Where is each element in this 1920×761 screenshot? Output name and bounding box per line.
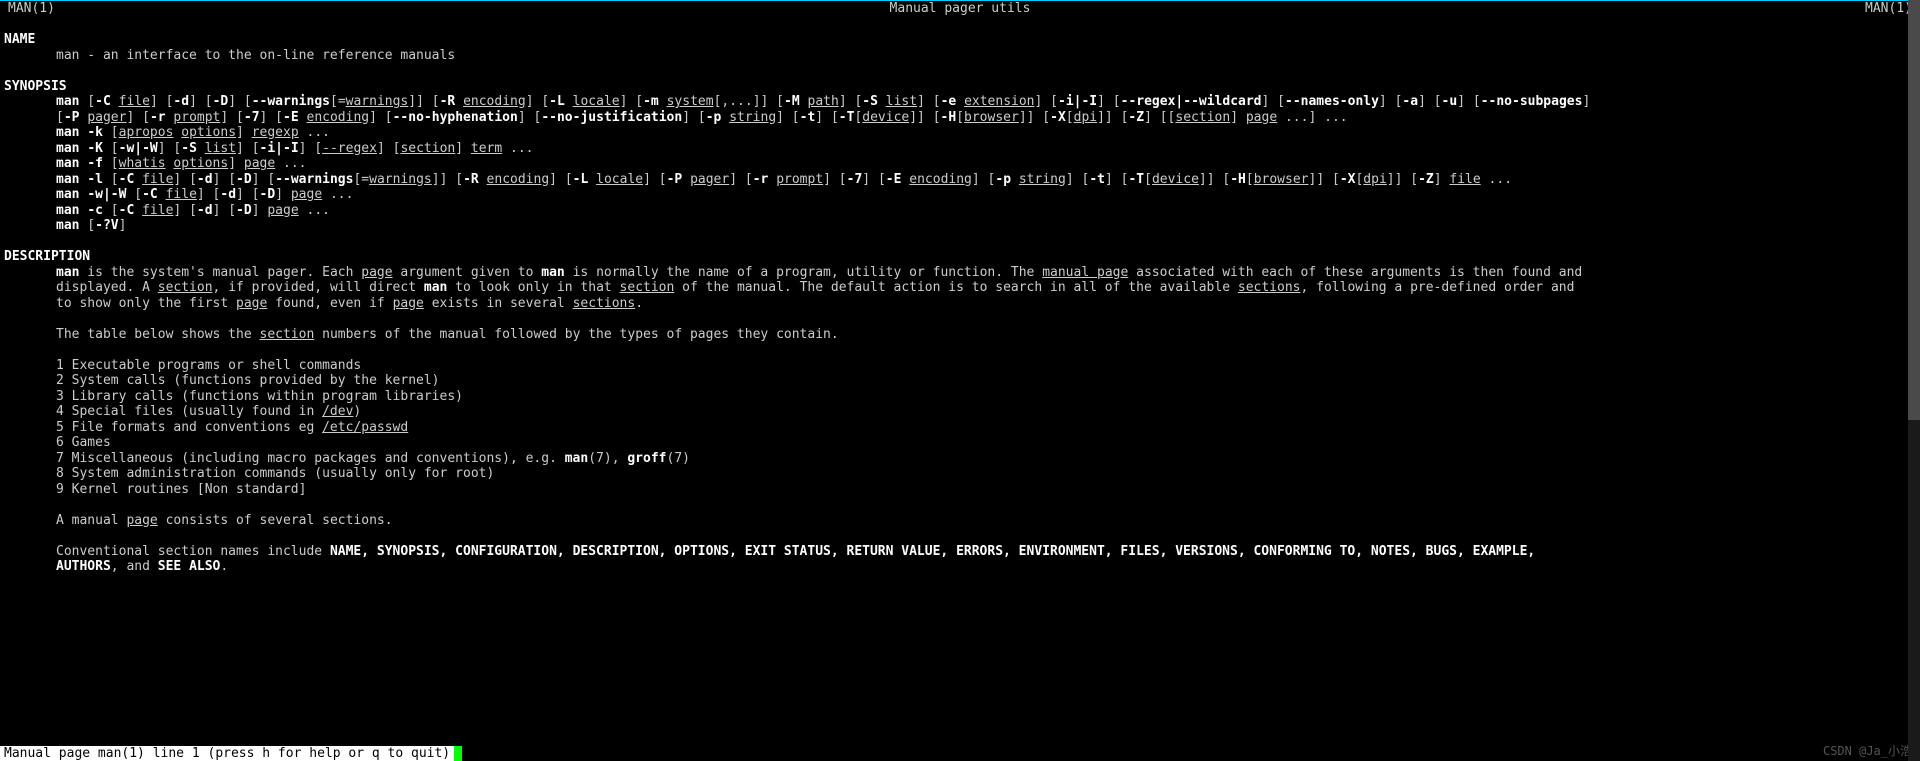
synopsis-line-1: man [-C file] [-d] [-D] [--warnings[=war… — [0, 94, 1920, 110]
desc-consists: A manual page consists of several sectio… — [0, 513, 1920, 529]
scrollbar[interactable] — [1908, 0, 1920, 761]
table-row-9: 9 Kernel routines [Non standard] — [0, 482, 1920, 498]
synopsis-line-7: man -w|-W [-C file] [-d] [-D] page ... — [0, 187, 1920, 203]
cursor-icon — [454, 746, 462, 761]
status-bar[interactable]: Manual page man(1) line 1 (press h for h… — [0, 746, 1920, 761]
section-name-heading: NAME — [0, 32, 1920, 48]
desc-line-3: to show only the first page found, even … — [0, 296, 1920, 312]
table-row-2: 2 System calls (functions provided by th… — [0, 373, 1920, 389]
desc-line-1: man is the system's manual pager. Each p… — [0, 265, 1920, 281]
name-line: man - an interface to the on-line refere… — [0, 48, 1920, 64]
header-right: MAN(1) — [1865, 1, 1912, 17]
table-row-4: 4 Special files (usually found in /dev) — [0, 404, 1920, 420]
table-row-1: 1 Executable programs or shell commands — [0, 358, 1920, 374]
table-row-3: 3 Library calls (functions within progra… — [0, 389, 1920, 405]
section-description-heading: DESCRIPTION — [0, 249, 1920, 265]
table-row-8: 8 System administration commands (usuall… — [0, 466, 1920, 482]
header-bar: MAN(1) Manual pager utils MAN(1) — [0, 0, 1920, 17]
table-row-6: 6 Games — [0, 435, 1920, 451]
desc-conventional-1: Conventional section names include NAME,… — [0, 544, 1920, 560]
synopsis-line-2: [-P pager] [-r prompt] [-7] [-E encoding… — [0, 110, 1920, 126]
table-row-7: 7 Miscellaneous (including macro package… — [0, 451, 1920, 467]
status-text: Manual page man(1) line 1 (press h for h… — [0, 746, 454, 761]
section-synopsis-heading: SYNOPSIS — [0, 79, 1920, 95]
desc-conventional-2: AUTHORS, and SEE ALSO. — [0, 559, 1920, 575]
synopsis-line-5: man -f [whatis options] page ... — [0, 156, 1920, 172]
header-left: MAN(1) — [8, 1, 55, 17]
synopsis-line-9: man [-?V] — [0, 218, 1920, 234]
table-row-5: 5 File formats and conventions eg /etc/p… — [0, 420, 1920, 436]
man-page-viewer: MAN(1) Manual pager utils MAN(1) NAME ma… — [0, 0, 1920, 761]
scrollbar-thumb[interactable] — [1908, 0, 1920, 420]
synopsis-line-6: man -l [-C file] [-d] [-D] [--warnings[=… — [0, 172, 1920, 188]
table-intro: The table below shows the section number… — [0, 327, 1920, 343]
synopsis-line-8: man -c [-C file] [-d] [-D] page ... — [0, 203, 1920, 219]
synopsis-line-3: man -k [apropos options] regexp ... — [0, 125, 1920, 141]
header-center: Manual pager utils — [890, 1, 1031, 17]
desc-line-2: displayed. A section, if provided, will … — [0, 280, 1920, 296]
synopsis-line-4: man -K [-w|-W] [-S list] [-i|-I] [--rege… — [0, 141, 1920, 157]
watermark: CSDN @Ja_小浩 — [1823, 744, 1912, 760]
